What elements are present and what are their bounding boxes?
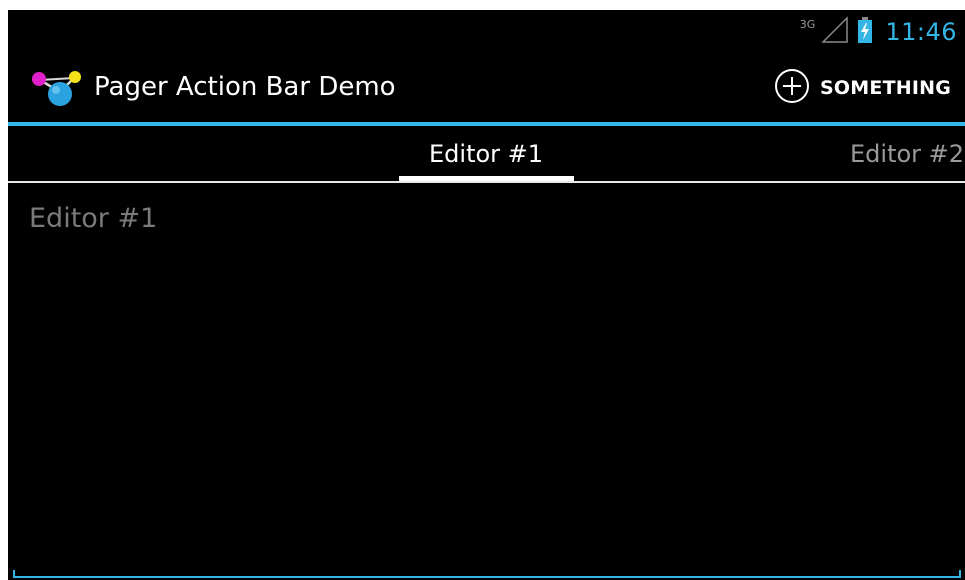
editor-text-field[interactable] <box>8 183 965 573</box>
tab-editor-2[interactable]: Editor #2 <box>850 140 964 168</box>
status-bar: 3G 11:46 <box>8 10 965 54</box>
pager-tab-strip: Editor #1 Editor #2 <box>8 126 965 181</box>
app-title: Pager Action Bar Demo <box>94 72 396 102</box>
tab-editor-1[interactable]: Editor #1 <box>429 140 543 168</box>
status-icons: 3G 11:46 <box>800 16 957 48</box>
signal-strength-icon <box>821 16 849 48</box>
device-screen: 3G 11:46 Pager Action Bar Demo SOMETHING… <box>8 10 965 580</box>
action-bar: Pager Action Bar Demo SOMETHING <box>8 54 965 122</box>
network-type-label: 3G <box>799 17 816 31</box>
add-circle-icon <box>774 68 810 108</box>
editor-underline-right-tick <box>959 570 961 578</box>
something-action-label: SOMETHING <box>820 77 951 99</box>
pager-demo-app-icon[interactable] <box>28 68 88 112</box>
status-clock: 11:46 <box>885 18 957 46</box>
battery-charging-icon <box>857 16 873 48</box>
editor-page <box>8 183 965 573</box>
editor-underline <box>13 576 961 578</box>
something-action-button[interactable]: SOMETHING <box>774 66 951 110</box>
